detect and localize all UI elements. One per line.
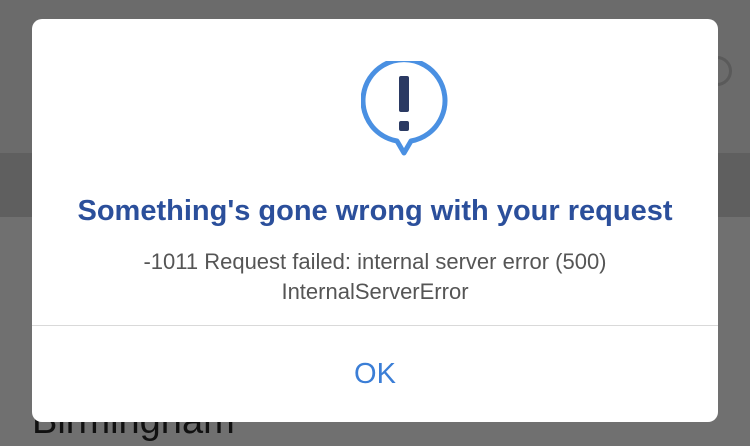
dialog-title: Something's gone wrong with your request	[77, 195, 673, 227]
ok-button[interactable]: OK	[32, 326, 718, 422]
error-message-line: -1011 Request failed: internal server er…	[143, 249, 607, 274]
error-dialog: Something's gone wrong with your request…	[32, 19, 718, 422]
exclamation-speech-bubble-icon	[361, 61, 448, 156]
error-code-line: InternalServerError	[281, 279, 469, 304]
